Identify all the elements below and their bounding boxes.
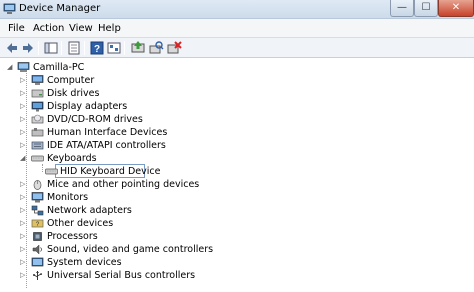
forward-icon[interactable] [20,40,36,56]
tree-item[interactable]: ▷ IDE ATA/ATAPI controllers [20,139,320,152]
expand-arrow-icon[interactable]: ▷ [20,258,27,267]
properties-icon[interactable] [66,40,82,56]
network-adapter-icon [31,205,44,216]
toolbar: ? [0,38,474,58]
menu-view[interactable]: View [69,23,93,34]
toolbar-separator [84,41,85,55]
show-resources-icon[interactable] [106,40,122,56]
tree-root-label: Camilla-PC [33,62,85,73]
minimize-icon: — [397,2,407,13]
expand-arrow-icon[interactable]: ▷ [20,219,27,228]
ide-controller-icon [31,141,44,150]
computer-icon [17,62,30,72]
scan-hardware-icon[interactable] [148,40,164,56]
tree-item[interactable]: ▷ Monitors [20,191,320,204]
update-driver-icon[interactable] [130,40,146,56]
tree-item-selected[interactable]: HID Keyboard Device [45,165,165,178]
show-hide-console-tree-icon[interactable] [43,40,59,56]
display-adapter-icon [31,101,44,112]
processor-icon [33,232,42,241]
expand-arrow-icon[interactable]: ▷ [20,102,27,111]
device-manager-icon [3,3,16,14]
tree-item-label: Network adapters [47,205,132,216]
expand-arrow-icon[interactable]: ▷ [20,115,27,124]
expand-arrow-icon[interactable]: ▷ [20,271,27,280]
close-button[interactable]: ✕ [438,0,474,17]
collapse-arrow-icon[interactable]: ◢ [20,154,27,163]
expand-arrow-icon[interactable]: ▷ [20,89,27,98]
tree-item[interactable]: ▷ Processors [20,230,320,243]
mouse-icon [33,180,42,190]
svg-text:?: ? [94,44,100,55]
tree-root[interactable]: ◢ Camilla-PC [6,61,306,74]
expand-arrow-icon[interactable]: ▷ [20,206,27,215]
menu-help[interactable]: Help [98,23,121,34]
close-icon: ✕ [451,2,461,13]
usb-icon [33,271,42,280]
expand-arrow-icon[interactable]: ▷ [20,193,27,202]
toolbar-separator [124,41,125,55]
keyboard-icon [45,168,58,175]
toolbar-separator [61,41,62,55]
tree-guide-line [42,164,43,172]
computer-icon [31,75,44,85]
tree-item-label: Other devices [47,218,114,229]
disk-drive-icon [31,89,44,98]
device-tree: ◢ Camilla-PC ▷ Computer ▷ Disk drives ▷ [0,58,474,292]
expand-arrow-icon[interactable]: ▷ [20,128,27,137]
tree-item[interactable]: ▷ Disk drives [20,87,320,100]
tree-item[interactable]: ▷ Network adapters [20,204,320,217]
back-icon[interactable] [4,40,20,56]
tree-item[interactable]: ▷ Display adapters [20,100,320,113]
sound-icon [32,244,42,255]
menu-file[interactable]: File [8,23,25,34]
tree-item[interactable]: ▷ Universal Serial Bus controllers [20,269,320,282]
tree-item-label: Mice and other pointing devices [47,179,200,190]
tree-item[interactable]: ▷ Human Interface Devices [20,126,320,139]
tree-item[interactable]: ▷ DVD/CD-ROM drives [20,113,320,126]
title-bar: Device Manager — ☐ ✕ [0,0,474,19]
tree-item-label: Sound, video and game controllers [47,244,214,255]
menu-action[interactable]: Action [33,23,64,34]
collapse-arrow-icon[interactable]: ◢ [7,63,14,72]
maximize-button[interactable]: ☐ [414,0,438,17]
uninstall-icon[interactable] [166,40,182,56]
tree-item-label: Processors [47,231,98,242]
expand-arrow-icon[interactable]: ▷ [20,232,27,241]
monitor-icon [31,192,44,203]
expand-arrow-icon[interactable]: ▷ [20,245,27,254]
tree-item-label: Disk drives [47,88,100,99]
tree-item-label: IDE ATA/ATAPI controllers [47,140,166,151]
hid-icon [31,128,44,137]
minimize-button[interactable]: — [390,0,414,17]
tree-item[interactable]: ▷ System devices [20,256,320,269]
maximize-icon: ☐ [421,2,431,13]
tree-item[interactable]: ▷ ? Other devices [20,217,320,230]
expand-arrow-icon[interactable]: ▷ [20,180,27,189]
keyboard-icon [31,155,44,162]
tree-item-label: System devices [47,257,122,268]
tree-item-label: Monitors [47,192,89,203]
window-title: Device Manager [19,3,101,14]
help-icon[interactable]: ? [89,40,105,56]
other-devices-icon: ? [31,219,44,228]
tree-item-label: HID Keyboard Device [60,166,161,177]
toolbar-separator [38,41,39,55]
tree-item-label: Universal Serial Bus controllers [47,270,196,281]
tree-item[interactable]: ▷ Computer [20,74,320,87]
tree-item-label: Human Interface Devices [47,127,168,138]
expand-arrow-icon[interactable]: ▷ [20,76,27,85]
tree-item-label: DVD/CD-ROM drives [47,114,143,125]
tree-item-label: Display adapters [47,101,128,112]
expand-arrow-icon[interactable]: ▷ [20,141,27,150]
tree-item-label: Computer [47,75,95,86]
tree-item[interactable]: ▷ Sound, video and game controllers [20,243,320,256]
dvd-drive-icon [31,114,44,124]
tree-item[interactable]: ▷ Mice and other pointing devices [20,178,320,191]
system-devices-icon [31,257,44,267]
menu-bar: File Action View Help [0,19,474,38]
